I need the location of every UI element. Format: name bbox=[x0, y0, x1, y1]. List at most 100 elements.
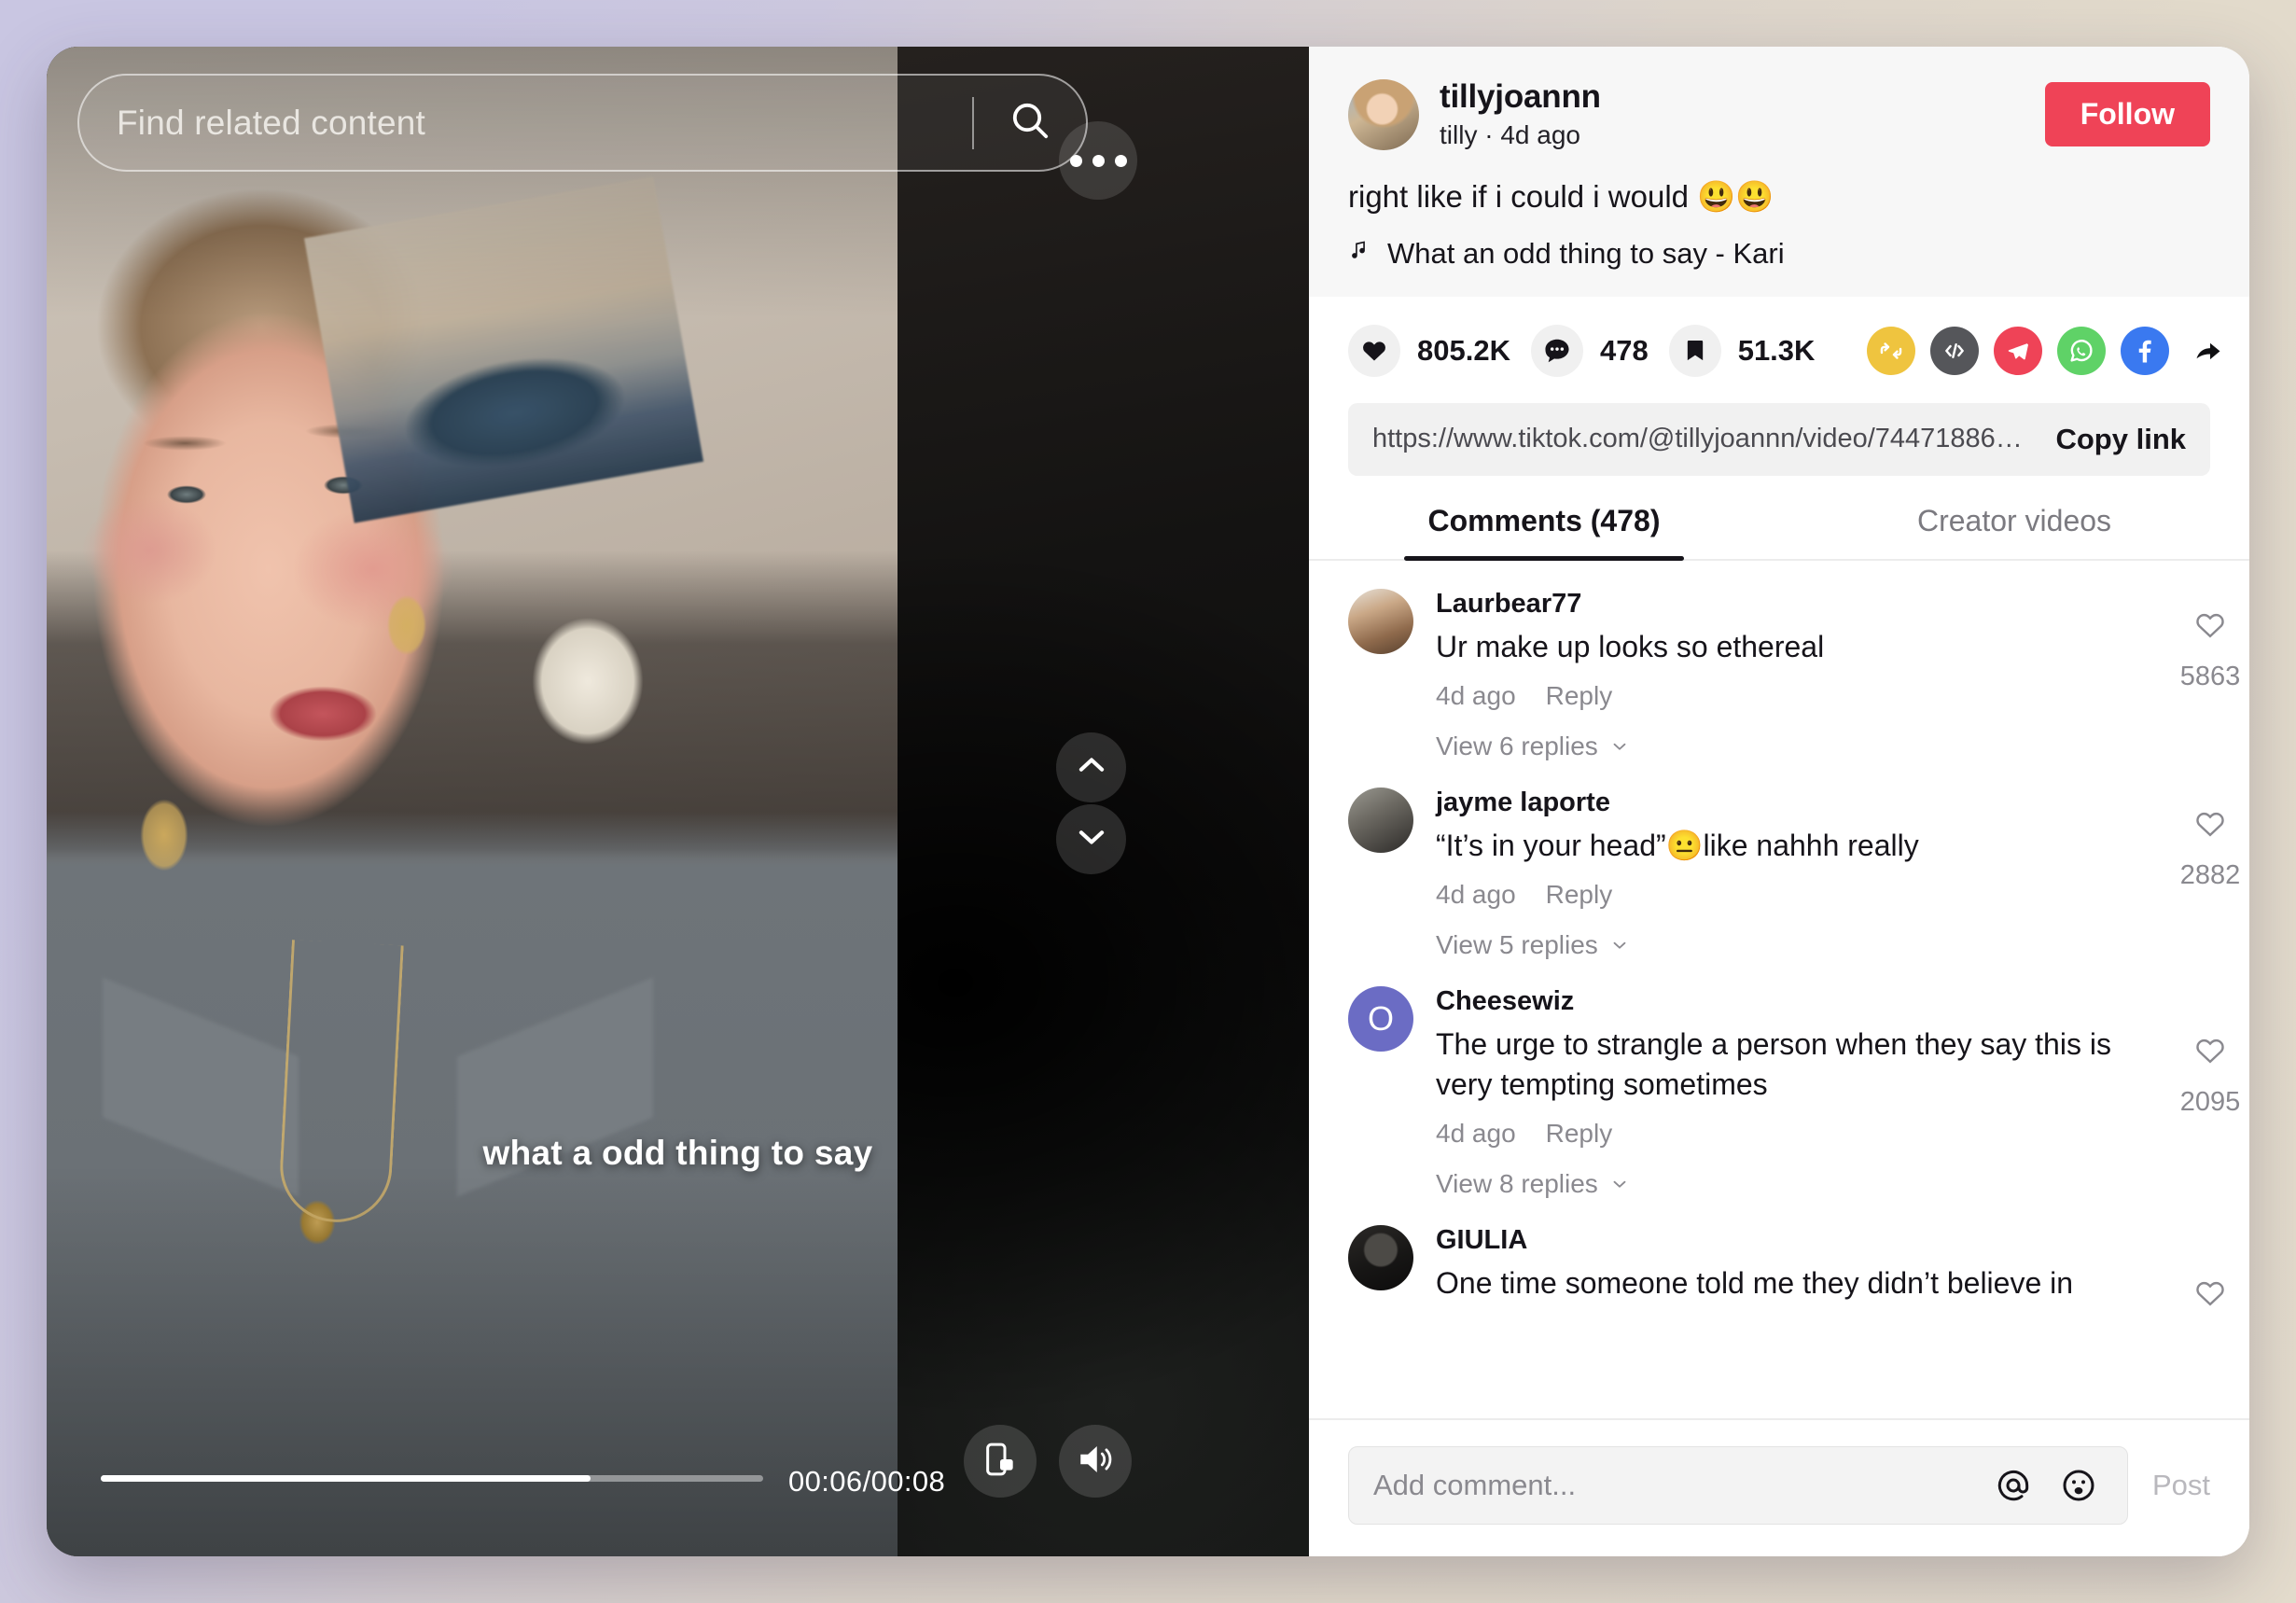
facebook-icon[interactable] bbox=[2121, 326, 2170, 375]
commenter-avatar[interactable]: O bbox=[1348, 986, 1413, 1052]
info-panel: tillyjoannn tilly · 4d ago Follow right … bbox=[1309, 47, 2249, 1556]
engagement-stats: 805.2K 478 51.3K bbox=[1309, 297, 2249, 394]
comment-input-placeholder: Add comment... bbox=[1373, 1469, 1577, 1501]
bookmark-stat[interactable]: 51.3K bbox=[1668, 324, 1816, 377]
author-row: tillyjoannn tilly · 4d ago Follow bbox=[1348, 78, 2210, 150]
video-frame[interactable] bbox=[47, 47, 898, 1556]
video-pane[interactable]: Find related content what a odd thing to… bbox=[47, 47, 1309, 1556]
chevron-down-icon bbox=[1613, 942, 1626, 949]
picture-in-picture-icon bbox=[981, 1441, 1019, 1483]
view-replies-button[interactable]: View 6 replies bbox=[1436, 732, 2249, 761]
copy-link-row[interactable]: https://www.tiktok.com/@tillyjoannn/vide… bbox=[1348, 402, 2210, 476]
tab-comments[interactable]: Comments (478) bbox=[1309, 504, 1779, 559]
copy-link-button[interactable]: Copy link bbox=[2033, 423, 2186, 456]
repost-icon[interactable] bbox=[1867, 326, 1916, 375]
panel-tabs: Comments (478) Creator videos bbox=[1309, 504, 2249, 561]
share-arrow-icon[interactable] bbox=[2184, 327, 2233, 375]
comment-like-count: 5863 bbox=[2179, 661, 2241, 691]
commenter-name[interactable]: Laurbear77 bbox=[1436, 589, 2128, 620]
music-title: What an odd thing to say - Kari bbox=[1387, 236, 1785, 270]
search-input[interactable]: Find related content bbox=[79, 104, 972, 143]
comment-text: The urge to strangle a person when they … bbox=[1436, 1027, 2111, 1101]
post-caption: right like if i could i would 😃😃 bbox=[1348, 179, 1774, 215]
comment: O Cheesewiz The urge to strangle a perso… bbox=[1348, 986, 2249, 1148]
commenter-name[interactable]: jayme laporte bbox=[1436, 788, 2128, 818]
comment-item-1: jayme laporte “It’s in your head”😐like n… bbox=[1348, 788, 2249, 960]
post-comment-button[interactable]: Post bbox=[2152, 1469, 2210, 1502]
comment: Laurbear77 Ur make up looks so ethereal … bbox=[1348, 588, 2249, 711]
video-progress-bar[interactable] bbox=[101, 1475, 763, 1482]
commenter-avatar[interactable] bbox=[1348, 1224, 1413, 1290]
author-meta: tillyjoannn tilly · 4d ago bbox=[1440, 78, 2025, 150]
like-count: 805.2K bbox=[1417, 333, 1510, 367]
comment-body: jayme laporte “It’s in your head”😐like n… bbox=[1436, 788, 2249, 910]
emoji-icon[interactable] bbox=[2054, 1461, 2103, 1510]
video-caption-overlay: what a odd thing to say bbox=[482, 1134, 873, 1172]
comment-reply-button[interactable]: Reply bbox=[1546, 681, 1613, 711]
comment-body: Cheesewiz The urge to strangle a person … bbox=[1436, 986, 2249, 1148]
like-stat[interactable]: 805.2K bbox=[1348, 324, 1510, 377]
view-replies-button[interactable]: View 8 replies bbox=[1436, 1169, 2249, 1199]
picture-in-picture-button[interactable] bbox=[964, 1425, 1037, 1498]
more-options-button[interactable] bbox=[1059, 121, 1137, 200]
author-avatar[interactable] bbox=[1348, 78, 1419, 150]
comment: jayme laporte “It’s in your head”😐like n… bbox=[1348, 788, 2249, 910]
search-icon bbox=[1008, 98, 1052, 147]
commenter-avatar[interactable] bbox=[1348, 788, 1413, 854]
music-row[interactable]: What an odd thing to say - Kari bbox=[1348, 237, 2210, 271]
previous-video-button[interactable] bbox=[1056, 732, 1126, 802]
more-options-icon bbox=[1069, 154, 1127, 167]
video-vignette bbox=[47, 47, 898, 1556]
panel-header: tillyjoannn tilly · 4d ago Follow right … bbox=[1309, 47, 2249, 297]
comment-reply-button[interactable]: Reply bbox=[1546, 880, 1613, 910]
chevron-down-icon bbox=[1613, 1180, 1626, 1188]
comment-item-3: GIULIA One time someone told me they did… bbox=[1348, 1224, 2249, 1306]
view-replies-label: View 6 replies bbox=[1436, 732, 1598, 761]
telegram-icon[interactable] bbox=[1994, 326, 2043, 375]
tab-creator-videos[interactable]: Creator videos bbox=[1779, 504, 2249, 559]
author-username[interactable]: tillyjoannn bbox=[1440, 78, 2025, 116]
comment-like[interactable] bbox=[2154, 1277, 2249, 1317]
view-replies-button[interactable]: View 5 replies bbox=[1436, 930, 2249, 960]
comment-stat[interactable]: 478 bbox=[1530, 324, 1649, 377]
follow-button[interactable]: Follow bbox=[2044, 82, 2210, 147]
comment-like[interactable]: 2095 bbox=[2154, 1035, 2249, 1118]
avatar-initial: O bbox=[1367, 999, 1394, 1038]
comment: GIULIA One time someone told me they did… bbox=[1348, 1224, 2249, 1306]
comment-like[interactable]: 5863 bbox=[2154, 609, 2249, 692]
comment-time: 4d ago bbox=[1436, 681, 1516, 711]
next-video-button[interactable] bbox=[1056, 804, 1126, 874]
comment-input[interactable]: Add comment... bbox=[1348, 1446, 2128, 1525]
commenter-avatar[interactable] bbox=[1348, 588, 1413, 654]
view-replies-label: View 5 replies bbox=[1436, 930, 1598, 960]
comment-reply-button[interactable]: Reply bbox=[1546, 1119, 1613, 1149]
at-mention-icon[interactable] bbox=[1989, 1461, 2038, 1510]
commenter-name[interactable]: GIULIA bbox=[1436, 1225, 2128, 1256]
heart-outline-icon bbox=[2194, 808, 2226, 847]
comment-count: 478 bbox=[1599, 333, 1649, 367]
author-subtitle: tilly · 4d ago bbox=[1440, 120, 1580, 150]
comment-like-count: 2095 bbox=[2179, 1087, 2241, 1118]
comment-body: GIULIA One time someone told me they did… bbox=[1436, 1225, 2249, 1303]
comment-item-0: Laurbear77 Ur make up looks so ethereal … bbox=[1348, 588, 2249, 761]
comment-time: 4d ago bbox=[1436, 880, 1516, 910]
comment-list[interactable]: Laurbear77 Ur make up looks so ethereal … bbox=[1309, 561, 2249, 1418]
comment-composer: Add comment... Post bbox=[1309, 1418, 2249, 1556]
embed-code-icon[interactable] bbox=[1930, 326, 1980, 375]
comment-icon bbox=[1530, 324, 1583, 377]
volume-button[interactable] bbox=[1059, 1425, 1132, 1498]
comment-text: One time someone told me they didn’t bel… bbox=[1436, 1265, 2074, 1300]
whatsapp-icon[interactable] bbox=[2057, 326, 2107, 375]
comment-like-count: 2882 bbox=[2179, 860, 2241, 891]
music-note-icon bbox=[1348, 237, 1372, 271]
bookmark-count: 51.3K bbox=[1737, 333, 1816, 367]
comment-meta: 4d ago Reply bbox=[1436, 1119, 2128, 1149]
comment-body: Laurbear77 Ur make up looks so ethereal … bbox=[1436, 589, 2249, 711]
comment-like[interactable]: 2882 bbox=[2154, 808, 2249, 891]
comment-text: “It’s in your head”😐like nahhh really bbox=[1436, 829, 1919, 863]
related-content-search[interactable]: Find related content bbox=[77, 74, 1088, 172]
commenter-name[interactable]: Cheesewiz bbox=[1436, 986, 2128, 1017]
comment-meta: 4d ago Reply bbox=[1436, 880, 2128, 910]
video-player-card: Find related content what a odd thing to… bbox=[47, 47, 2249, 1556]
chevron-down-icon bbox=[1074, 819, 1109, 859]
